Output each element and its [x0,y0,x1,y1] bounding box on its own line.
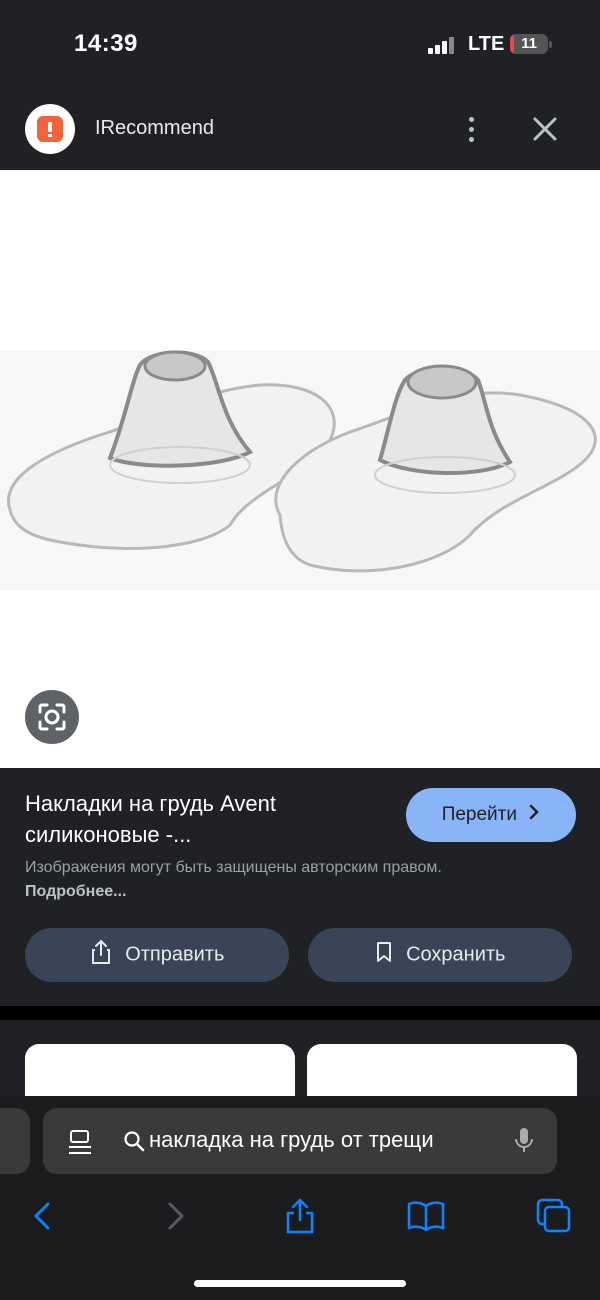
bookmarks-icon[interactable] [406,1196,446,1236]
chevron-right-icon [528,804,540,826]
back-icon[interactable] [24,1196,64,1236]
save-button[interactable]: Сохранить [308,928,572,982]
section-divider [0,1006,600,1020]
share-icon [90,939,112,971]
related-result-card[interactable] [25,1044,295,1100]
battery-icon: 11 [510,34,548,54]
product-image[interactable] [0,170,600,768]
copyright-text: Изображения могут быть защищены авторски… [25,859,442,876]
related-results [0,1020,600,1100]
irecommend-logo-icon [37,116,63,142]
related-result-card[interactable] [307,1044,577,1100]
tabs-icon[interactable] [534,1196,574,1236]
network-type: LTE [468,33,505,55]
result-title[interactable]: Накладки на грудь Avent силиконовые -... [25,788,375,850]
more-options-icon[interactable] [462,114,482,146]
bookmark-icon [375,941,393,969]
search-icon [123,1130,147,1159]
result-info-panel: Накладки на грудь Avent силиконовые -...… [0,768,600,1006]
site-logo[interactable] [25,104,75,154]
microphone-icon[interactable] [513,1126,535,1161]
battery-level: 11 [521,35,537,52]
visit-button[interactable]: Перейти [406,788,576,842]
share-button[interactable]: Отправить [25,928,289,982]
visit-button-label: Перейти [441,803,517,825]
learn-more-link[interactable]: Подробнее... [25,883,126,900]
page-menu-icon[interactable] [67,1128,93,1161]
status-time: 14:39 [74,30,138,57]
battery-tip [549,41,552,48]
google-lens-button[interactable] [25,690,79,744]
signal-icon [428,36,460,54]
site-name[interactable]: IRecommend [95,117,214,140]
previous-tab-preview[interactable] [0,1108,30,1174]
address-text[interactable]: накладка на грудь от трещи [149,1127,494,1153]
status-bar: 14:39 LTE 11 [0,0,600,90]
close-icon[interactable] [530,114,560,144]
share-label: Отправить [125,943,225,966]
lens-icon [38,703,66,731]
image-viewer-header: IRecommend [0,90,600,170]
forward-icon[interactable] [156,1196,196,1236]
save-label: Сохранить [406,943,506,966]
address-bar[interactable]: накладка на грудь от трещи [43,1108,557,1174]
home-indicator [194,1280,406,1287]
copyright-notice: Изображения могут быть защищены авторски… [25,856,465,904]
share-sheet-icon[interactable] [280,1196,320,1236]
